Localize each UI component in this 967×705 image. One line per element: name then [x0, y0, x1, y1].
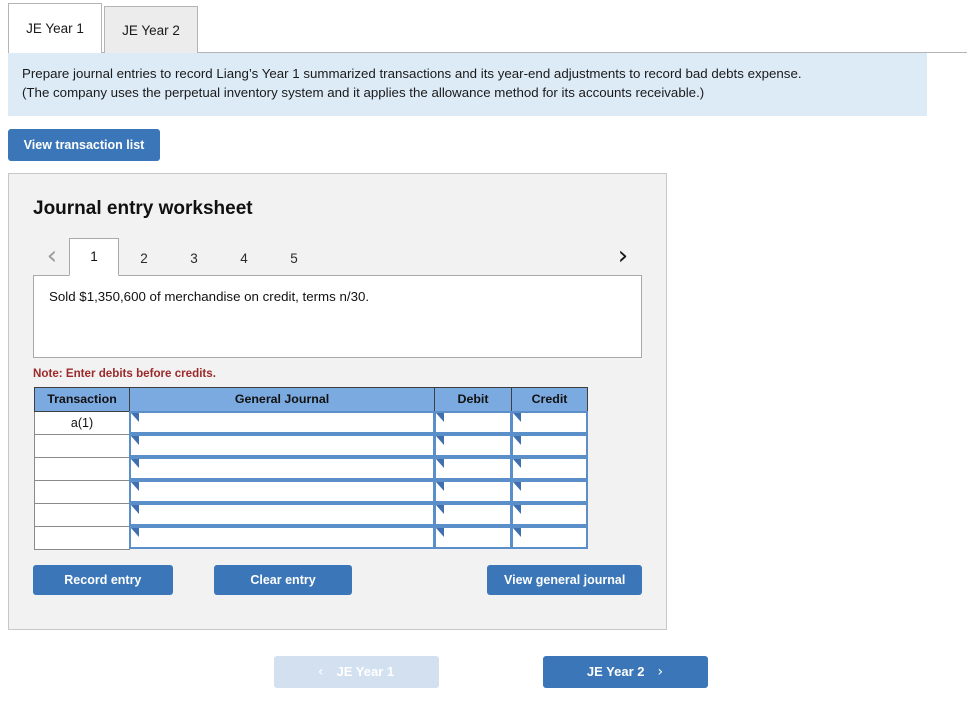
transaction-label	[34, 525, 130, 550]
page-title: Journal entry worksheet	[33, 197, 253, 219]
table-row	[34, 525, 588, 550]
general-journal-input[interactable]	[129, 433, 435, 457]
view-general-journal-button[interactable]: View general journal	[487, 564, 642, 595]
toolbar: View transaction list	[0, 116, 967, 161]
debits-before-credits-note: Note: Enter debits before credits.	[33, 366, 216, 380]
pager-prev-icon[interactable]: ‹	[35, 243, 69, 275]
worksheet-pager: ‹ 1 2 3 4 5 ›	[35, 236, 642, 276]
credit-input[interactable]	[510, 456, 588, 480]
column-header-transaction: Transaction	[34, 386, 130, 412]
column-header-debit: Debit	[434, 386, 512, 412]
transaction-description-text: Sold $1,350,600 of merchandise on credit…	[49, 288, 370, 304]
general-journal-input[interactable]	[129, 525, 435, 549]
pager-page-3[interactable]: 3	[169, 251, 219, 275]
chevron-right-icon: ›	[657, 663, 664, 680]
table-row: a(1)	[34, 410, 588, 435]
transaction-label: a(1)	[34, 410, 130, 435]
bottom-navigation: ‹ JE Year 1 JE Year 2 ›	[0, 655, 967, 688]
je-year-tabstrip: JE Year 1 JE Year 2	[0, 0, 967, 53]
credit-input[interactable]	[510, 525, 588, 549]
pager-next-icon[interactable]: ›	[606, 243, 640, 275]
table-row	[34, 433, 588, 458]
credit-input[interactable]	[510, 433, 588, 457]
transaction-label	[34, 479, 130, 504]
nav-prev-je-year-1-button: ‹ JE Year 1	[273, 655, 439, 688]
general-journal-input[interactable]	[129, 502, 435, 526]
clear-entry-button[interactable]: Clear entry	[213, 564, 353, 595]
general-journal-input[interactable]	[129, 410, 435, 434]
general-journal-input[interactable]	[129, 456, 435, 480]
transaction-label	[34, 456, 130, 481]
table-row	[34, 502, 588, 527]
tab-je-year-1-label: JE Year 1	[26, 21, 84, 36]
column-header-credit: Credit	[511, 386, 588, 412]
journal-entry-worksheet-panel: Journal entry worksheet ‹ 1 2 3 4 5 › So…	[8, 172, 667, 630]
table-row	[34, 456, 588, 481]
general-journal-input[interactable]	[129, 479, 435, 503]
debit-input[interactable]	[433, 433, 512, 457]
chevron-left-icon: ‹	[317, 663, 324, 680]
debit-input[interactable]	[433, 525, 512, 549]
view-transaction-list-button[interactable]: View transaction list	[8, 128, 160, 161]
credit-input[interactable]	[510, 479, 588, 503]
journal-entry-table: Transaction General Journal Debit Credit…	[34, 386, 588, 550]
nav-prev-label: JE Year 1	[336, 664, 395, 680]
credit-input[interactable]	[510, 410, 588, 434]
pager-page-1[interactable]: 1	[69, 237, 119, 276]
transaction-label	[34, 433, 130, 458]
pager-page-5[interactable]: 5	[269, 251, 319, 275]
tab-je-year-1[interactable]: JE Year 1	[8, 3, 102, 53]
credit-input[interactable]	[510, 502, 588, 526]
debit-input[interactable]	[433, 479, 512, 503]
transaction-description-box: Sold $1,350,600 of merchandise on credit…	[33, 274, 642, 358]
tab-je-year-2-label: JE Year 2	[122, 22, 180, 38]
nav-next-je-year-2-button[interactable]: JE Year 2 ›	[542, 655, 708, 688]
debit-input[interactable]	[433, 456, 512, 480]
instruction-line-1: Prepare journal entries to record Liang’…	[22, 66, 802, 81]
table-header-row: Transaction General Journal Debit Credit	[34, 386, 588, 412]
instruction-line-2: (The company uses the perpetual inventor…	[22, 85, 705, 101]
instruction-banner: Prepare journal entries to record Liang’…	[8, 53, 927, 116]
transaction-label	[34, 502, 130, 527]
column-header-general-journal: General Journal	[129, 386, 435, 412]
debit-input[interactable]	[433, 502, 512, 526]
pager-page-4[interactable]: 4	[219, 251, 269, 275]
worksheet-actions: Record entry Clear entry View general jo…	[33, 564, 642, 595]
debit-input[interactable]	[433, 410, 512, 434]
pager-page-2[interactable]: 2	[119, 251, 169, 275]
nav-next-label: JE Year 2	[586, 664, 645, 680]
table-row	[34, 479, 588, 504]
record-entry-button[interactable]: Record entry	[33, 564, 173, 595]
tab-je-year-2[interactable]: JE Year 2	[104, 6, 198, 53]
